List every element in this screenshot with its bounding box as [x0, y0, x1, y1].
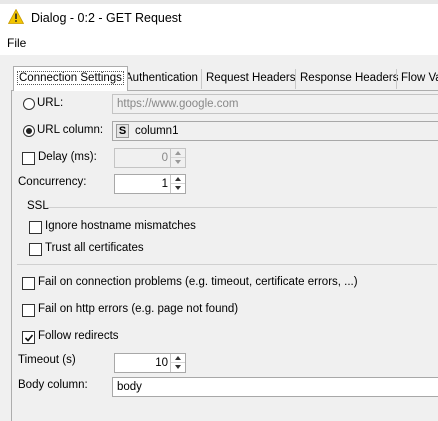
spin-up-icon[interactable]	[171, 149, 185, 158]
timeout-value: 10	[155, 357, 168, 369]
ignore-hostname-checkbox[interactable]	[29, 221, 42, 234]
ssl-group-label: SSL	[27, 200, 49, 212]
spin-down-icon[interactable]	[171, 184, 185, 193]
delay-checkbox[interactable]	[22, 152, 35, 165]
url-label: URL:	[37, 97, 64, 109]
url-input[interactable]: https://www.google.com	[112, 94, 438, 114]
tab-authentication[interactable]: Authentication	[121, 69, 202, 89]
trust-all-label: Trust all certificates	[45, 242, 144, 254]
url-radio[interactable]	[23, 98, 35, 110]
string-type-icon: S	[116, 124, 129, 138]
spin-up-icon[interactable]	[171, 175, 185, 184]
url-column-label: URL column:	[37, 124, 104, 136]
spin-down-icon[interactable]	[171, 363, 185, 372]
body-column-label: Body column:	[18, 379, 88, 391]
tab-request-headers[interactable]: Request Headers	[202, 69, 300, 89]
concurrency-spin-buttons	[170, 175, 185, 193]
follow-redirects-checkbox[interactable]	[22, 331, 35, 344]
delay-spinner[interactable]: 0	[114, 148, 186, 168]
menu-file[interactable]: File	[7, 36, 26, 50]
fail-http-checkbox[interactable]	[22, 304, 35, 317]
ssl-group-bottom	[17, 264, 437, 265]
tab-flow-variables[interactable]: Flow Va	[397, 69, 438, 89]
checkmark-icon	[24, 334, 34, 342]
url-column-value: column1	[135, 125, 179, 137]
fail-connection-label: Fail on connection problems (e.g. timeou…	[38, 276, 358, 288]
body-column-input[interactable]: body	[112, 377, 438, 397]
fail-http-label: Fail on http errors (e.g. page not found…	[38, 303, 239, 315]
concurrency-spinner[interactable]: 1	[114, 174, 186, 194]
timeout-spin-buttons	[170, 354, 185, 372]
delay-value: 0	[161, 152, 168, 164]
concurrency-label: Concurrency:	[18, 176, 87, 188]
ignore-hostname-label: Ignore hostname mismatches	[45, 220, 196, 232]
window-title: Dialog - 0:2 - GET Request	[31, 11, 182, 25]
url-column-selector[interactable]: S column1	[112, 121, 438, 141]
follow-redirects-label: Follow redirects	[38, 330, 119, 342]
menu-bar	[0, 31, 438, 53]
url-column-radio[interactable]	[23, 125, 35, 137]
tab-connection-settings[interactable]: Connection Settings	[13, 66, 128, 91]
timeout-spinner[interactable]: 10	[114, 353, 186, 373]
tab-label: Connection Settings	[17, 71, 124, 85]
warning-icon	[8, 9, 24, 24]
fail-connection-checkbox[interactable]	[22, 277, 35, 290]
timeout-label: Timeout (s)	[18, 354, 76, 366]
concurrency-value: 1	[161, 178, 168, 190]
trust-all-checkbox[interactable]	[29, 243, 42, 256]
delay-spin-buttons	[170, 149, 185, 167]
delay-label: Delay (ms):	[38, 151, 97, 163]
spin-down-icon[interactable]	[171, 158, 185, 167]
ssl-group-divider	[47, 207, 437, 208]
tab-response-headers[interactable]: Response Headers	[296, 69, 402, 89]
spin-up-icon[interactable]	[171, 354, 185, 363]
